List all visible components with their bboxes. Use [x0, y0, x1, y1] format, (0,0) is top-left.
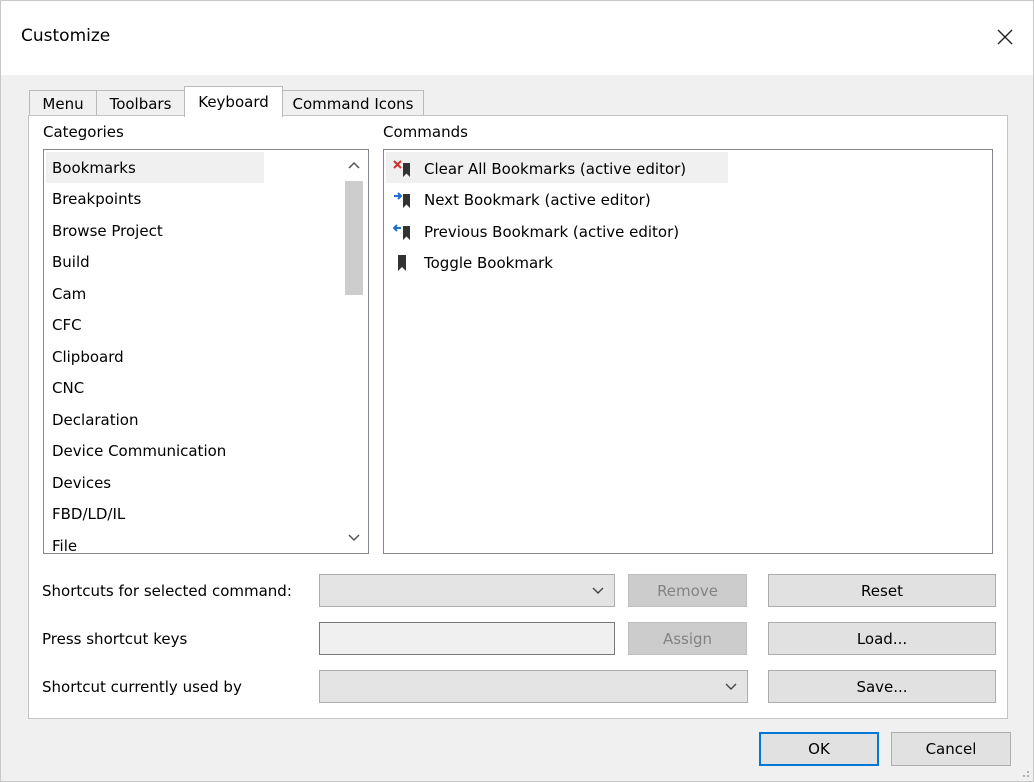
- category-item[interactable]: CNC: [52, 373, 84, 404]
- chevron-down-icon: [592, 587, 604, 594]
- command-item[interactable]: Previous Bookmark (active editor): [392, 216, 679, 247]
- cancel-button[interactable]: Cancel: [891, 732, 1011, 766]
- press-shortcut-input[interactable]: [319, 622, 615, 655]
- category-item[interactable]: Bookmarks: [52, 153, 136, 184]
- press-shortcut-label: Press shortcut keys: [42, 630, 188, 648]
- tab-keyboard[interactable]: Keyboard: [184, 86, 283, 117]
- toggle-bookmark-icon: [392, 253, 414, 273]
- category-item[interactable]: File: [52, 531, 77, 553]
- tab-menu[interactable]: Menu: [29, 90, 97, 116]
- assign-button[interactable]: Assign: [628, 622, 747, 655]
- chevron-down-icon: [725, 683, 737, 690]
- category-item[interactable]: Declaration: [52, 405, 138, 436]
- category-item[interactable]: Devices: [52, 468, 111, 499]
- command-item[interactable]: Clear All Bookmarks (active editor): [392, 153, 686, 184]
- category-item[interactable]: CFC: [52, 310, 82, 341]
- save-button[interactable]: Save...: [768, 670, 996, 703]
- next-bookmark-icon: [392, 190, 414, 210]
- categories-label: Categories: [43, 123, 124, 141]
- ok-button[interactable]: OK: [759, 732, 879, 766]
- category-item[interactable]: Clipboard: [52, 342, 124, 373]
- category-item[interactable]: FBD/LD/IL: [52, 499, 125, 530]
- reset-button[interactable]: Reset: [768, 574, 996, 607]
- commands-list[interactable]: Clear All Bookmarks (active editor) Next…: [383, 149, 993, 554]
- shortcut-used-by-combo[interactable]: [319, 670, 748, 703]
- command-item[interactable]: Toggle Bookmark: [392, 247, 553, 278]
- tab-toolbars[interactable]: Toolbars: [96, 90, 185, 116]
- category-item[interactable]: Cam: [52, 279, 86, 310]
- category-item[interactable]: Build: [52, 247, 90, 278]
- command-item[interactable]: Next Bookmark (active editor): [392, 184, 651, 215]
- category-item[interactable]: Device Communication: [52, 436, 226, 467]
- load-button[interactable]: Load...: [768, 622, 996, 655]
- shortcuts-selected-combo[interactable]: [319, 574, 615, 607]
- commands-label: Commands: [383, 123, 468, 141]
- categories-list[interactable]: Bookmarks Breakpoints Browse Project Bui…: [43, 149, 369, 554]
- category-item[interactable]: Browse Project: [52, 216, 163, 247]
- previous-bookmark-icon: [392, 222, 414, 242]
- tab-command-icons[interactable]: Command Icons: [282, 90, 424, 116]
- keyboard-panel: Categories Commands Bookmarks Breakpoint…: [28, 115, 1008, 719]
- customize-dialog: Customize Menu Toolbars Keyboard Command…: [0, 0, 1034, 782]
- close-icon: [997, 29, 1013, 45]
- scroll-thumb[interactable]: [345, 181, 363, 295]
- clear-bookmarks-icon: [392, 159, 414, 179]
- categories-scrollbar[interactable]: [341, 151, 367, 552]
- scroll-down-icon[interactable]: [348, 534, 360, 542]
- shortcuts-selected-label: Shortcuts for selected command:: [42, 582, 292, 600]
- shortcut-used-by-label: Shortcut currently used by: [42, 678, 242, 696]
- close-button[interactable]: [987, 19, 1023, 55]
- category-item[interactable]: Breakpoints: [52, 184, 141, 215]
- remove-button[interactable]: Remove: [628, 574, 747, 607]
- resize-grip-icon[interactable]: [1018, 766, 1030, 778]
- scroll-up-icon[interactable]: [348, 161, 360, 169]
- window-title: Customize: [21, 26, 111, 46]
- title-bar: Customize: [1, 1, 1033, 75]
